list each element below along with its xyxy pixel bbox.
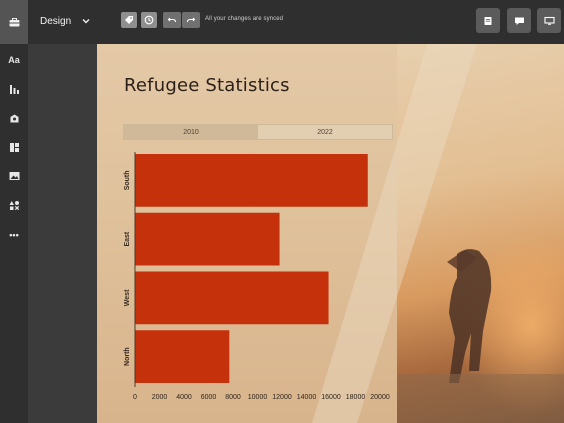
sidebar-item-images[interactable] bbox=[0, 165, 28, 187]
text-icon: Aa bbox=[8, 55, 20, 65]
monitor-icon bbox=[543, 16, 555, 25]
left-sidebar: Aa ••• bbox=[0, 44, 28, 423]
notes-button[interactable] bbox=[476, 8, 500, 33]
tab-2010[interactable]: 2010 bbox=[124, 125, 258, 139]
home-button[interactable] bbox=[0, 0, 28, 44]
present-button[interactable] bbox=[537, 8, 561, 33]
bar-chart: South East West North 0 2000 4000 6000 8000 10000… bbox=[124, 152, 390, 401]
image-icon bbox=[9, 172, 19, 180]
x-tick-label: 14000 bbox=[297, 394, 317, 401]
sidebar-item-layouts[interactable] bbox=[0, 136, 28, 158]
x-tick-label: 18000 bbox=[346, 394, 366, 401]
comment-button[interactable] bbox=[507, 8, 531, 33]
x-tick-label: 0 bbox=[133, 394, 137, 401]
sidebar-item-text[interactable]: Aa bbox=[0, 49, 28, 71]
x-tick-label: 12000 bbox=[272, 394, 292, 401]
notes-icon bbox=[484, 16, 492, 25]
briefcase-icon bbox=[9, 17, 19, 26]
slide-title: Refugee Statistics bbox=[124, 75, 290, 96]
tab-2022[interactable]: 2022 bbox=[258, 125, 392, 139]
category-label-north: North bbox=[124, 347, 131, 366]
x-tick-label: 6000 bbox=[201, 394, 217, 401]
redo-icon bbox=[186, 17, 196, 23]
bar-north[interactable] bbox=[135, 330, 230, 383]
background-photo bbox=[397, 44, 564, 423]
x-tick-label: 20000 bbox=[370, 394, 390, 401]
sidebar-item-more[interactable]: ••• bbox=[0, 224, 28, 246]
sidebar-item-shapes[interactable] bbox=[0, 194, 28, 216]
year-tabs: 2010 2022 bbox=[123, 124, 393, 140]
shapes-icon bbox=[9, 200, 19, 210]
category-label-west: West bbox=[124, 289, 131, 306]
category-label-east: East bbox=[124, 231, 131, 246]
category-label-south: South bbox=[124, 170, 131, 190]
undo-button[interactable] bbox=[163, 12, 181, 28]
history-button[interactable] bbox=[141, 12, 157, 28]
chevron-down-icon bbox=[82, 19, 90, 24]
x-tick-label: 8000 bbox=[225, 394, 241, 401]
redo-button[interactable] bbox=[182, 12, 200, 28]
sidebar-item-media[interactable] bbox=[0, 107, 28, 129]
top-toolbar: Design All your changes are synced bbox=[0, 0, 564, 44]
media-icon bbox=[10, 114, 18, 122]
bar-south[interactable] bbox=[135, 154, 368, 207]
x-tick-label: 4000 bbox=[176, 394, 192, 401]
tag-icon bbox=[125, 16, 133, 24]
tag-button[interactable] bbox=[121, 12, 137, 28]
clock-icon bbox=[144, 15, 154, 25]
bar-chart-icon bbox=[9, 84, 19, 94]
x-tick-label: 2000 bbox=[152, 394, 168, 401]
comment-icon bbox=[514, 17, 524, 25]
more-icon: ••• bbox=[9, 230, 19, 240]
undo-icon bbox=[167, 17, 177, 23]
layout-icon bbox=[9, 142, 19, 152]
bar-west[interactable] bbox=[135, 271, 329, 325]
sync-status: All your changes are synced bbox=[205, 16, 284, 22]
sidebar-item-charts[interactable] bbox=[0, 78, 28, 100]
design-menu-label: Design bbox=[40, 15, 72, 27]
x-tick-label: 10000 bbox=[248, 394, 268, 401]
slide[interactable]: Refugee Statistics 2010 2022 South East We… bbox=[97, 44, 564, 423]
x-tick-label: 16000 bbox=[321, 394, 341, 401]
design-menu[interactable]: Design bbox=[40, 12, 91, 30]
bar-east[interactable] bbox=[135, 212, 280, 266]
